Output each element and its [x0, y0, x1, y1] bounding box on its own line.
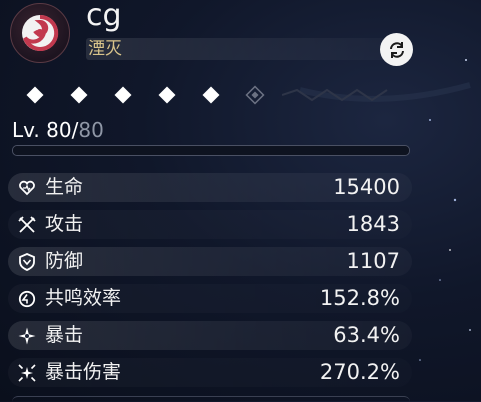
energy-regen-icon	[18, 290, 36, 308]
diamond-node-icon[interactable]	[200, 84, 222, 106]
stat-value: 1843	[346, 212, 400, 236]
diamond-node-icon[interactable]	[68, 84, 90, 106]
diamond-node-icon[interactable]	[24, 84, 46, 106]
level-prefix: Lv.	[12, 118, 47, 142]
diamond-node-icon[interactable]	[112, 84, 134, 106]
diamond-node-icon[interactable]	[156, 84, 178, 106]
resonance-chain-nodes	[20, 80, 400, 110]
stat-row-hp: 生命 15400	[8, 173, 412, 202]
stat-value: 15400	[333, 175, 400, 199]
stat-value: 63.4%	[333, 323, 400, 347]
level-progress-fill	[13, 146, 409, 155]
element-subtitle-bar: 湮灭	[86, 38, 401, 60]
swap-refresh-button[interactable]	[380, 33, 413, 66]
stat-label: 暴击伤害	[45, 361, 122, 383]
stat-label: 防御	[45, 250, 84, 272]
stat-value: 270.2%	[319, 360, 400, 384]
stat-row-def: 防御 1107	[8, 247, 412, 276]
swap-refresh-icon	[389, 41, 404, 58]
havoc-element-emblem-icon	[10, 3, 70, 63]
stat-value: 1107	[346, 249, 400, 273]
character-header: cg 湮灭	[0, 0, 481, 80]
stat-row-energy-regen: 共鸣效率 152.8%	[8, 284, 412, 313]
stat-row-atk: 攻击 1843	[8, 210, 412, 239]
stat-label: 共鸣效率	[45, 287, 122, 309]
level-progress-bar	[12, 145, 410, 156]
decorative-pattern	[282, 88, 388, 102]
stat-value: 152.8%	[319, 286, 400, 310]
hp-heart-icon	[19, 180, 35, 196]
def-shield-icon	[19, 253, 35, 271]
character-name: cg	[86, 0, 122, 33]
stat-label: 生命	[45, 176, 84, 198]
element-subtitle: 湮灭	[88, 39, 122, 59]
diamond-node-inactive-icon[interactable]	[244, 84, 266, 106]
level-max: 80	[78, 118, 104, 142]
crit-dmg-icon	[18, 364, 36, 382]
crit-rate-icon	[18, 327, 36, 345]
bottom-panel-edge	[12, 396, 410, 402]
stat-row-crit-rate: 暴击 63.4%	[8, 321, 412, 350]
level-current: 80	[46, 118, 72, 142]
stat-label: 暴击	[45, 324, 84, 346]
level-display: Lv. 80/80	[12, 118, 104, 142]
stat-row-crit-dmg: 暴击伤害 270.2%	[8, 358, 412, 387]
stat-label: 攻击	[45, 213, 84, 235]
atk-swords-icon	[18, 216, 36, 233]
